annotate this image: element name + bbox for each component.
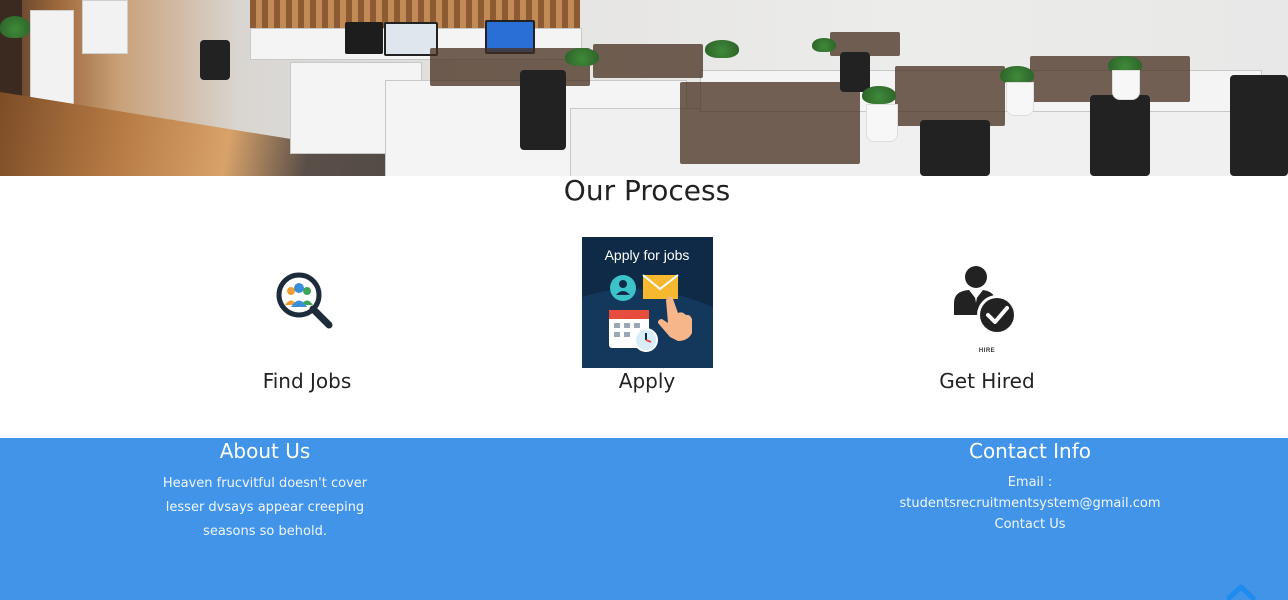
- footer-about-section: About Us Heaven frucvitful doesn't cover…: [150, 438, 380, 544]
- footer-contact-section: Contact Info Email : studentsrecruitment…: [880, 438, 1180, 535]
- hire-image-caption: HIRE: [978, 348, 996, 354]
- chevron-up-icon[interactable]: [1226, 582, 1256, 600]
- process-step-find-jobs: Find Jobs: [137, 237, 477, 394]
- find-jobs-label: Find Jobs: [262, 369, 352, 393]
- find-jobs-icon: [276, 272, 333, 328]
- about-us-text: Heaven frucvitful doesn't cover lesser d…: [162, 476, 368, 539]
- get-hired-label: Get Hired: [939, 369, 1035, 393]
- apply-for-jobs-image: Apply for jobs: [581, 237, 713, 368]
- contact-email[interactable]: studentsrecruitmentsystem@gmail.com: [880, 493, 1180, 514]
- contact-us-link[interactable]: Contact Us: [880, 514, 1180, 535]
- process-title: Our Process: [563, 174, 731, 207]
- get-hired-icon: [954, 265, 1017, 335]
- apply-label: Apply: [618, 369, 676, 393]
- contact-info-heading: Contact Info: [968, 439, 1092, 463]
- email-label: Email :: [1007, 475, 1053, 490]
- footer: About Us Heaven frucvitful doesn't cover…: [0, 438, 1288, 600]
- about-us-heading: About Us: [219, 439, 311, 463]
- process-step-get-hired: HIRE Get Hired: [817, 237, 1157, 394]
- process-step-apply: Apply for jobs Apply: [477, 237, 817, 394]
- hero-banner-image: [0, 0, 1288, 176]
